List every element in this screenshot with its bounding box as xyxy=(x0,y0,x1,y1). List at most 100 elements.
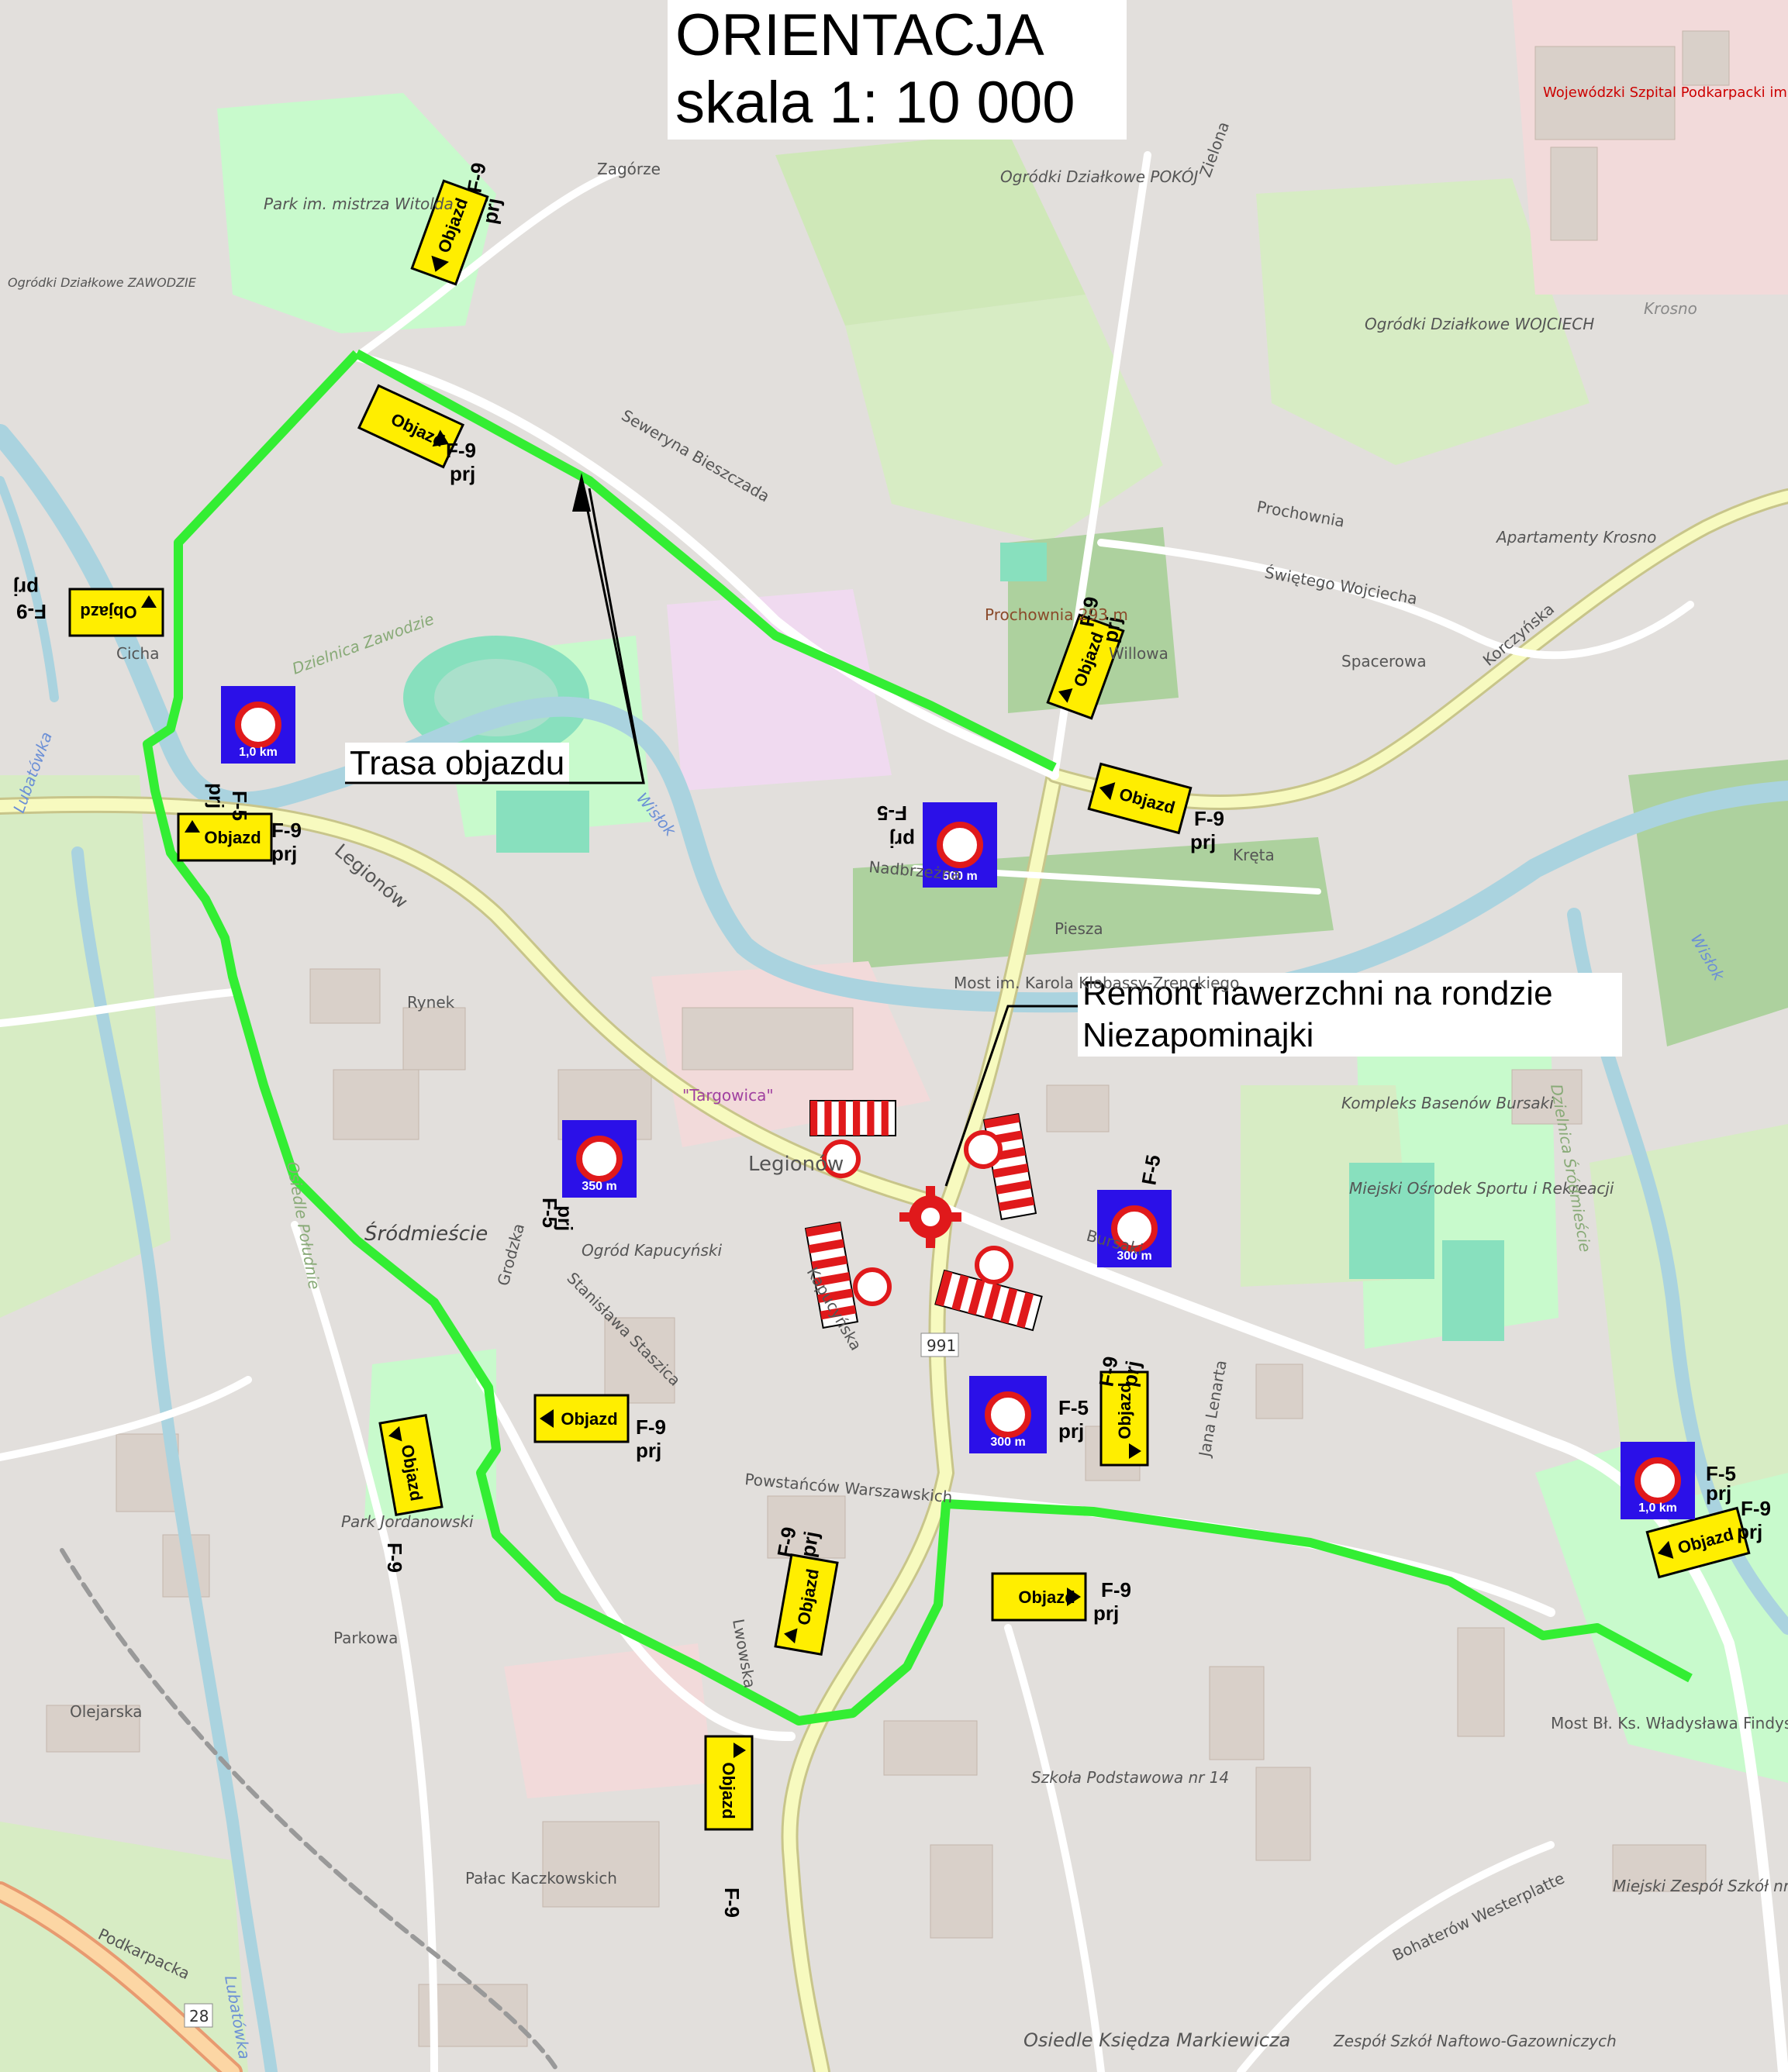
f5-distance: 300 m xyxy=(990,1436,1025,1449)
label-dz-zawodzie: Dzielnica Zawodzie xyxy=(290,609,437,677)
barrier-1 xyxy=(809,1100,896,1136)
label-wojciecha: Świętego Wojciecha xyxy=(1263,563,1419,608)
label-westerplatte: Bohaterów Westerplatte xyxy=(1389,1869,1567,1965)
detour-sign-text: Objazd xyxy=(561,1409,617,1429)
sign-code-label: prj xyxy=(1706,1481,1731,1505)
sign-labels: F-9prjF-9prjF-9prjF-9prjF-9prjF-5prjF-9p… xyxy=(13,160,1771,1918)
label-bieszczada: Seweryna Bieszczada xyxy=(619,406,773,506)
no-entry-sign-icon xyxy=(853,1267,892,1306)
label-lwowska: Lwowska xyxy=(729,1618,759,1690)
label-willowa: Willowa xyxy=(1109,644,1168,663)
signs-overlay: Objazd Objazd Objazd Objazd Objazd Objazd Obja… xyxy=(8,84,1788,2060)
label-zielona: Zielona xyxy=(1196,119,1233,180)
label-ogrodki-wojciech: Ogródki Działkowe WOJCIECH xyxy=(1365,315,1594,333)
label-piesza: Piesza xyxy=(1055,919,1103,938)
sign-code-label: prj xyxy=(554,1205,577,1231)
sign-code-label: F-9 xyxy=(383,1543,406,1573)
sign-code-label: F-9 xyxy=(16,600,47,623)
sign-code-label: prj xyxy=(1058,1419,1084,1443)
label-legionow: Legionów xyxy=(748,1153,844,1176)
sign-code-label: prj xyxy=(1093,1601,1119,1625)
label-zespol7: Miejski Zespół Szkół nr 7 xyxy=(1613,1877,1788,1895)
sign-code-label: prj xyxy=(13,577,39,600)
detour-sign-3: Objazd xyxy=(68,588,164,637)
label-olejarska: Olejarska xyxy=(70,1702,143,1721)
f5-sign-5: 300 m xyxy=(969,1376,1047,1453)
sign-code-label: F-9 xyxy=(636,1415,666,1439)
sign-code-label: F-9 xyxy=(1101,1578,1131,1601)
sign-code-label: prj xyxy=(478,196,505,226)
label-ogrodki-zawodzie: Ogródki Działkowe ZAWODZIE xyxy=(8,275,197,290)
no-entry-sign-icon xyxy=(975,1246,1013,1284)
no-entry-circle-icon xyxy=(576,1136,623,1182)
sign-code-label: prj xyxy=(1190,830,1216,853)
label-most-bl: Most Bł. Ks. Władysława Findysza xyxy=(1551,1714,1788,1732)
label-parkowa: Parkowa xyxy=(333,1629,398,1647)
label-most-karola: Most im. Karola Klobassy-Zrenckiego xyxy=(954,974,1239,992)
label-dz-srodmiescie: Dzielnica Śródmieście xyxy=(1547,1083,1595,1253)
f5-sign-1: 1,0 km xyxy=(221,686,295,764)
label-park-jordanowski: Park Jordanowski xyxy=(341,1512,474,1531)
f5-sign-6: 1,0 km xyxy=(1621,1442,1695,1519)
label-ogrodki-pokoj: Ogródki Działkowe POKÓJ xyxy=(1000,167,1199,186)
label-ogrod-kapucynski: Ogród Kapucyński xyxy=(582,1241,722,1260)
f5-distance: 350 m xyxy=(582,1180,616,1193)
label-osiedle: Osiedle Księdza Markiewicza xyxy=(1023,2029,1290,2051)
label-srodmiescie: Śródmieście xyxy=(364,1221,488,1246)
sign-code-label: prj xyxy=(1737,1520,1762,1543)
detour-sign-text: Objazd xyxy=(204,828,261,847)
label-os-poludnie: Osiedle Południe xyxy=(283,1160,324,1291)
label-rynek: Rynek xyxy=(407,993,455,1012)
no-entry-circle-icon xyxy=(985,1391,1031,1438)
sign-code-label: F-9 xyxy=(1741,1497,1771,1520)
no-entry-circle-icon xyxy=(937,822,983,868)
no-entry-circle-icon xyxy=(235,702,281,748)
sign-code-label: prj xyxy=(796,1529,823,1559)
f5-sign-3: 350 m xyxy=(562,1120,637,1198)
label-lubatowka-2: Lubatówka xyxy=(221,1974,254,2061)
label-hospital: Wojewódzki Szpital Podkarpacki im. Jana … xyxy=(1543,84,1788,101)
label-korczynska: Korczyńska xyxy=(1479,599,1558,669)
sign-code-label: F-5 xyxy=(877,802,907,825)
detour-sign-7: Objazd xyxy=(533,1394,630,1443)
label-grodzka: Grodzka xyxy=(494,1222,528,1288)
label-apartamenty: Apartamenty Krosno xyxy=(1495,528,1656,546)
label-wislok-2: Wisłok xyxy=(1687,931,1729,985)
sign-code-label: F-9 xyxy=(462,160,490,195)
label-krosno-heli: Krosno xyxy=(1644,299,1697,318)
label-legionow-2: Legionów xyxy=(330,839,412,913)
label-podkarpacka: Podkarpacka xyxy=(95,1925,193,1984)
label-spacerowa: Spacerowa xyxy=(1341,652,1427,671)
sign-code-label: prj xyxy=(271,842,297,865)
label-prochownia-hill: Prochownia 293 m xyxy=(985,605,1128,624)
label-kreta: Kręta xyxy=(1233,846,1275,864)
label-wislok: Wisłok xyxy=(633,789,680,841)
sign-code-label: prj xyxy=(1117,1359,1144,1388)
detour-sign-text: Objazd xyxy=(1018,1588,1075,1607)
detour-sign-text: Objazd xyxy=(1115,1382,1134,1439)
label-staszica: Stanisława Staszica xyxy=(563,1269,684,1390)
road-28: 28 xyxy=(189,2007,209,2025)
detour-sign-8: Objazd xyxy=(378,1413,444,1517)
detour-signs: Objazd Objazd Objazd Objazd Objazd Objazd Obja… xyxy=(68,179,1751,1831)
sign-code-label: F-9 xyxy=(271,819,302,842)
detour-sign-text: Objazd xyxy=(719,1762,738,1819)
label-palac: Pałac Kaczkowskich xyxy=(465,1869,617,1888)
detour-sign-text: Objazd xyxy=(80,602,136,622)
sign-code-label: prj xyxy=(450,462,475,485)
detour-sign-11: Objazd xyxy=(774,1553,839,1657)
f5-distance: 1,0 km xyxy=(239,746,278,759)
label-zagorze: Zagórze xyxy=(597,160,661,178)
no-entry-sign-icon xyxy=(964,1130,1003,1169)
street-labels: Zagórze Seweryna Bieszczada Legionów Leg… xyxy=(70,119,1567,1984)
sign-code-label: F-5 xyxy=(228,791,251,821)
label-prochownia: Prochownia xyxy=(1255,497,1346,531)
sign-code-label: F-5 xyxy=(1058,1396,1089,1419)
place-labels: Wojewódzki Szpital Podkarpacki im. Jana … xyxy=(8,84,1788,2060)
sign-code-label: prj xyxy=(205,783,228,808)
detour-sign-12: Objazd xyxy=(704,1735,754,1831)
road-991: 991 xyxy=(927,1336,956,1355)
arrow-tip-icon xyxy=(572,473,591,512)
sign-code-label: F-5 xyxy=(1137,1153,1165,1187)
detour-sign-10: Objazd xyxy=(991,1572,1087,1622)
